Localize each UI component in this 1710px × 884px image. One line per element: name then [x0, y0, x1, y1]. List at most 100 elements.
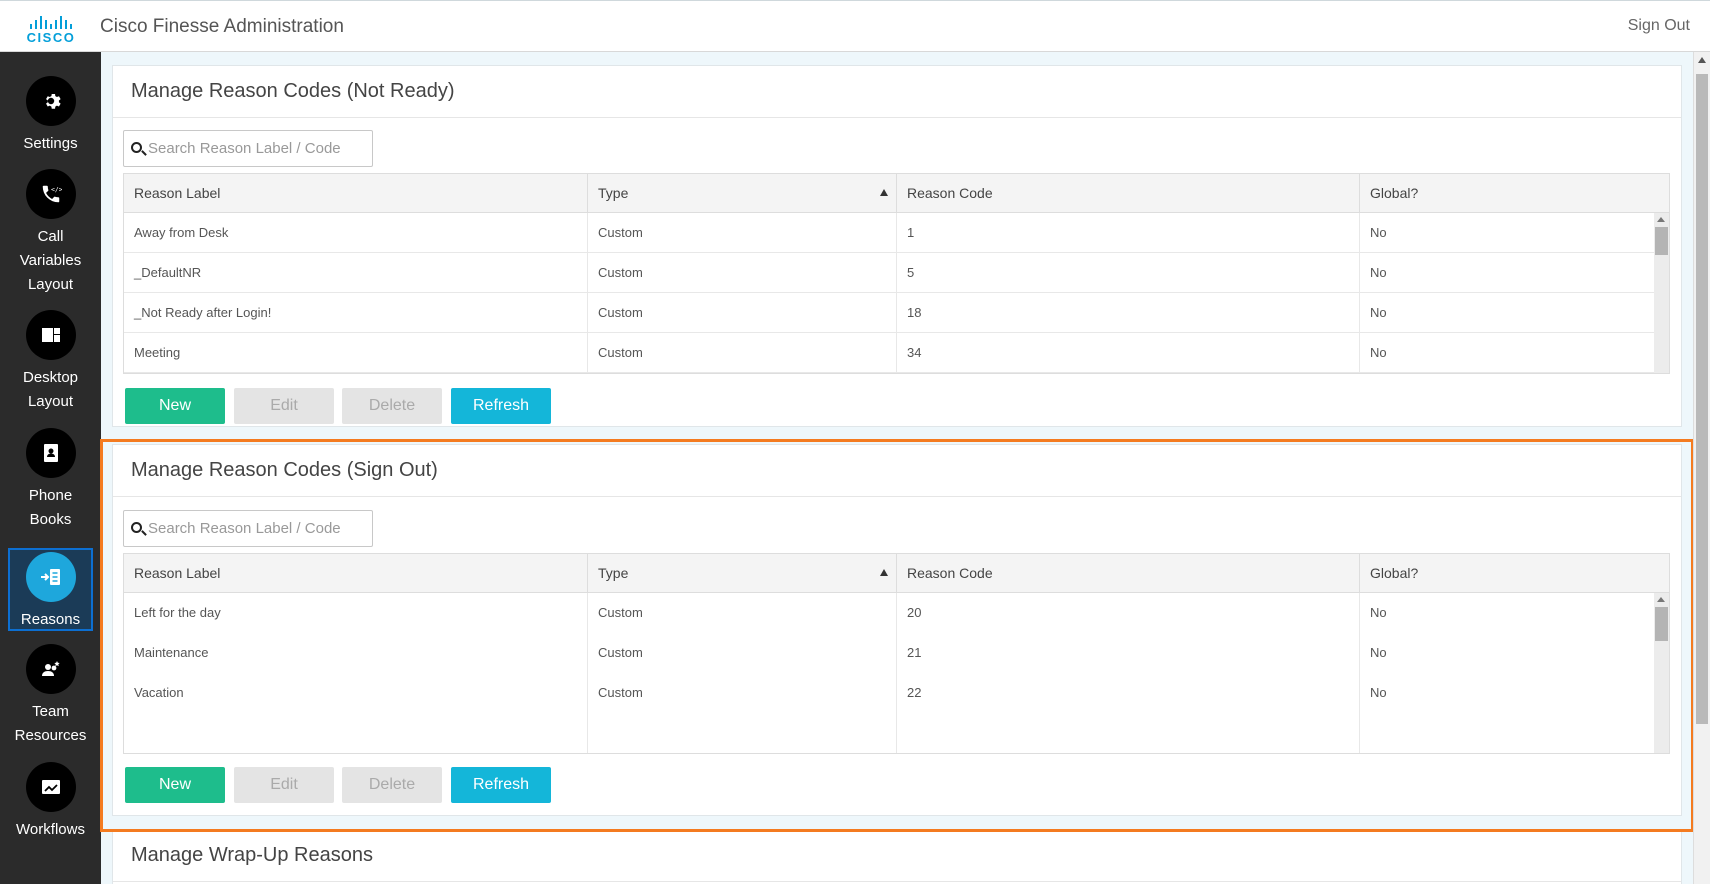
sidebar-item-label: Settings: [23, 135, 78, 152]
sidebar-item-team-resources[interactable]: Team Resources: [8, 644, 93, 748]
scrollbar-thumb[interactable]: [1655, 227, 1668, 255]
layout-icon: [25, 310, 76, 360]
reason-table: Reason Label Type Reason Code Global? Aw…: [123, 173, 1670, 374]
sidebar-item-reasons[interactable]: Reasons: [8, 548, 93, 631]
cell-reason-label: Away from Desk: [124, 213, 588, 252]
refresh-button[interactable]: Refresh: [451, 767, 551, 803]
sidebar-item-workflows[interactable]: Workflows: [8, 762, 93, 842]
table-row[interactable]: Left for the day Custom 20 No: [124, 593, 1669, 633]
column-header-global[interactable]: Global?: [1360, 174, 1669, 212]
refresh-button[interactable]: Refresh: [451, 388, 551, 424]
column-header-type[interactable]: Type: [588, 554, 897, 592]
scroll-up-icon[interactable]: [1698, 57, 1706, 63]
column-header-reason-label[interactable]: Reason Label: [124, 174, 588, 212]
workflow-icon: [25, 762, 76, 812]
search-input[interactable]: [148, 511, 368, 546]
sidebar-item-label: Desktop Layout: [22, 369, 79, 410]
cell-type: Custom: [588, 253, 897, 292]
column-header-reason-label[interactable]: Reason Label: [124, 554, 588, 592]
wrap-up-reasons-panel: Manage Wrap-Up Reasons: [112, 829, 1682, 884]
sidebar-item-phone-books[interactable]: Phone Books: [8, 428, 93, 532]
team-icon: [25, 644, 76, 694]
new-button[interactable]: New: [125, 388, 225, 424]
scrollbar-thumb[interactable]: [1696, 74, 1708, 724]
delete-button[interactable]: Delete: [342, 767, 442, 803]
table-row[interactable]: Vacation Custom 22 No: [124, 673, 1669, 713]
cell-global: No: [1370, 685, 1387, 700]
column-header-type[interactable]: Type: [588, 174, 897, 212]
cell-global: No: [1370, 605, 1387, 620]
table-scrollbar[interactable]: [1654, 593, 1669, 753]
cell-reason-label: Left for the day: [124, 593, 588, 633]
table-row[interactable]: Away from Desk Custom 1 No: [124, 213, 1669, 253]
reason-table: Reason Label Type Reason Code Global? Le…: [123, 553, 1670, 754]
gear-icon: [25, 76, 76, 126]
sidebar-item-label: Reasons: [20, 611, 81, 628]
sidebar-item-label: Workflows: [16, 821, 85, 838]
sidebar-item-label: Phone Books: [28, 487, 73, 528]
app-header: CISCO Cisco Finesse Administration Sign …: [0, 0, 1710, 52]
search-icon: [131, 142, 142, 153]
cell-reason-code: 22: [897, 673, 1360, 713]
scrollbar-thumb[interactable]: [1655, 607, 1668, 641]
sidebar-item-call-variables-layout[interactable]: </> Call Variables Layout: [8, 169, 93, 297]
cell-global: No: [1370, 265, 1387, 280]
new-button[interactable]: New: [125, 767, 225, 803]
table-scrollbar[interactable]: [1654, 213, 1669, 373]
cell-reason-label: Maintenance: [124, 633, 588, 673]
cell-reason-label: Vacation: [124, 673, 588, 713]
table-body: Away from Desk Custom 1 No _DefaultNR Cu…: [124, 213, 1669, 373]
column-header-reason-code[interactable]: Reason Code: [897, 174, 1360, 212]
search-input[interactable]: [148, 131, 368, 166]
sort-ascending-icon: [880, 569, 888, 576]
table-header: Reason Label Type Reason Code Global?: [124, 554, 1669, 593]
edit-button[interactable]: Edit: [234, 388, 334, 424]
sidebar-item-desktop-layout[interactable]: Desktop Layout: [8, 310, 93, 414]
table-row[interactable]: _DefaultNR Custom 5 No: [124, 253, 1669, 293]
table-header: Reason Label Type Reason Code Global?: [124, 174, 1669, 213]
table-row[interactable]: _Not Ready after Login! Custom 18 No: [124, 293, 1669, 333]
sidebar-item-settings[interactable]: Settings: [8, 76, 93, 156]
cell-global: No: [1370, 225, 1387, 240]
cell-reason-code: 20: [897, 593, 1360, 633]
cell-reason-code: 5: [897, 253, 1360, 292]
cell-global: No: [1370, 645, 1387, 660]
sidebar-item-label: Team Resources: [14, 703, 87, 744]
table-row[interactable]: Maintenance Custom 21 No: [124, 633, 1669, 673]
cell-reason-code: 18: [897, 293, 1360, 332]
edit-button[interactable]: Edit: [234, 767, 334, 803]
empty-row: [124, 713, 1669, 753]
search-box: [123, 130, 373, 167]
column-header-global[interactable]: Global?: [1360, 554, 1669, 592]
cell-type: Custom: [588, 213, 897, 252]
cell-reason-label: _DefaultNR: [124, 253, 588, 292]
reason-codes-sign-out-panel: Manage Reason Codes (Sign Out) Reason La…: [112, 444, 1682, 816]
sort-ascending-icon: [880, 189, 888, 196]
page-scrollbar[interactable]: [1693, 52, 1710, 884]
cell-reason-code: 34: [897, 333, 1360, 372]
scroll-up-icon[interactable]: [1657, 597, 1665, 602]
phone-code-icon: </>: [25, 169, 76, 219]
search-box: [123, 510, 373, 547]
sidebar-item-label: Call Variables Layout: [19, 228, 82, 293]
contact-book-icon: [25, 428, 76, 478]
cell-type: Custom: [588, 293, 897, 332]
sidebar: Settings </> Call Variables Layout Deskt…: [0, 52, 101, 884]
cisco-logo: CISCO: [22, 13, 80, 45]
table-row[interactable]: Meeting Custom 34 No: [124, 333, 1669, 373]
cell-type: Custom: [588, 333, 897, 372]
scroll-up-icon[interactable]: [1657, 217, 1665, 222]
cell-reason-label: Meeting: [124, 333, 588, 372]
search-icon: [131, 522, 142, 533]
cell-type: Custom: [588, 593, 897, 633]
svg-text:</>: </>: [51, 185, 62, 193]
panel-title: Manage Reason Codes (Sign Out): [113, 445, 1681, 497]
sign-out-link[interactable]: Sign Out: [1628, 17, 1690, 35]
table-body: Left for the day Custom 20 No Maintenanc…: [124, 593, 1669, 753]
column-header-reason-code[interactable]: Reason Code: [897, 554, 1360, 592]
cell-reason-label: _Not Ready after Login!: [124, 293, 588, 332]
app-title: Cisco Finesse Administration: [100, 16, 344, 37]
cell-global: No: [1370, 345, 1387, 360]
delete-button[interactable]: Delete: [342, 388, 442, 424]
cell-global: No: [1370, 305, 1387, 320]
